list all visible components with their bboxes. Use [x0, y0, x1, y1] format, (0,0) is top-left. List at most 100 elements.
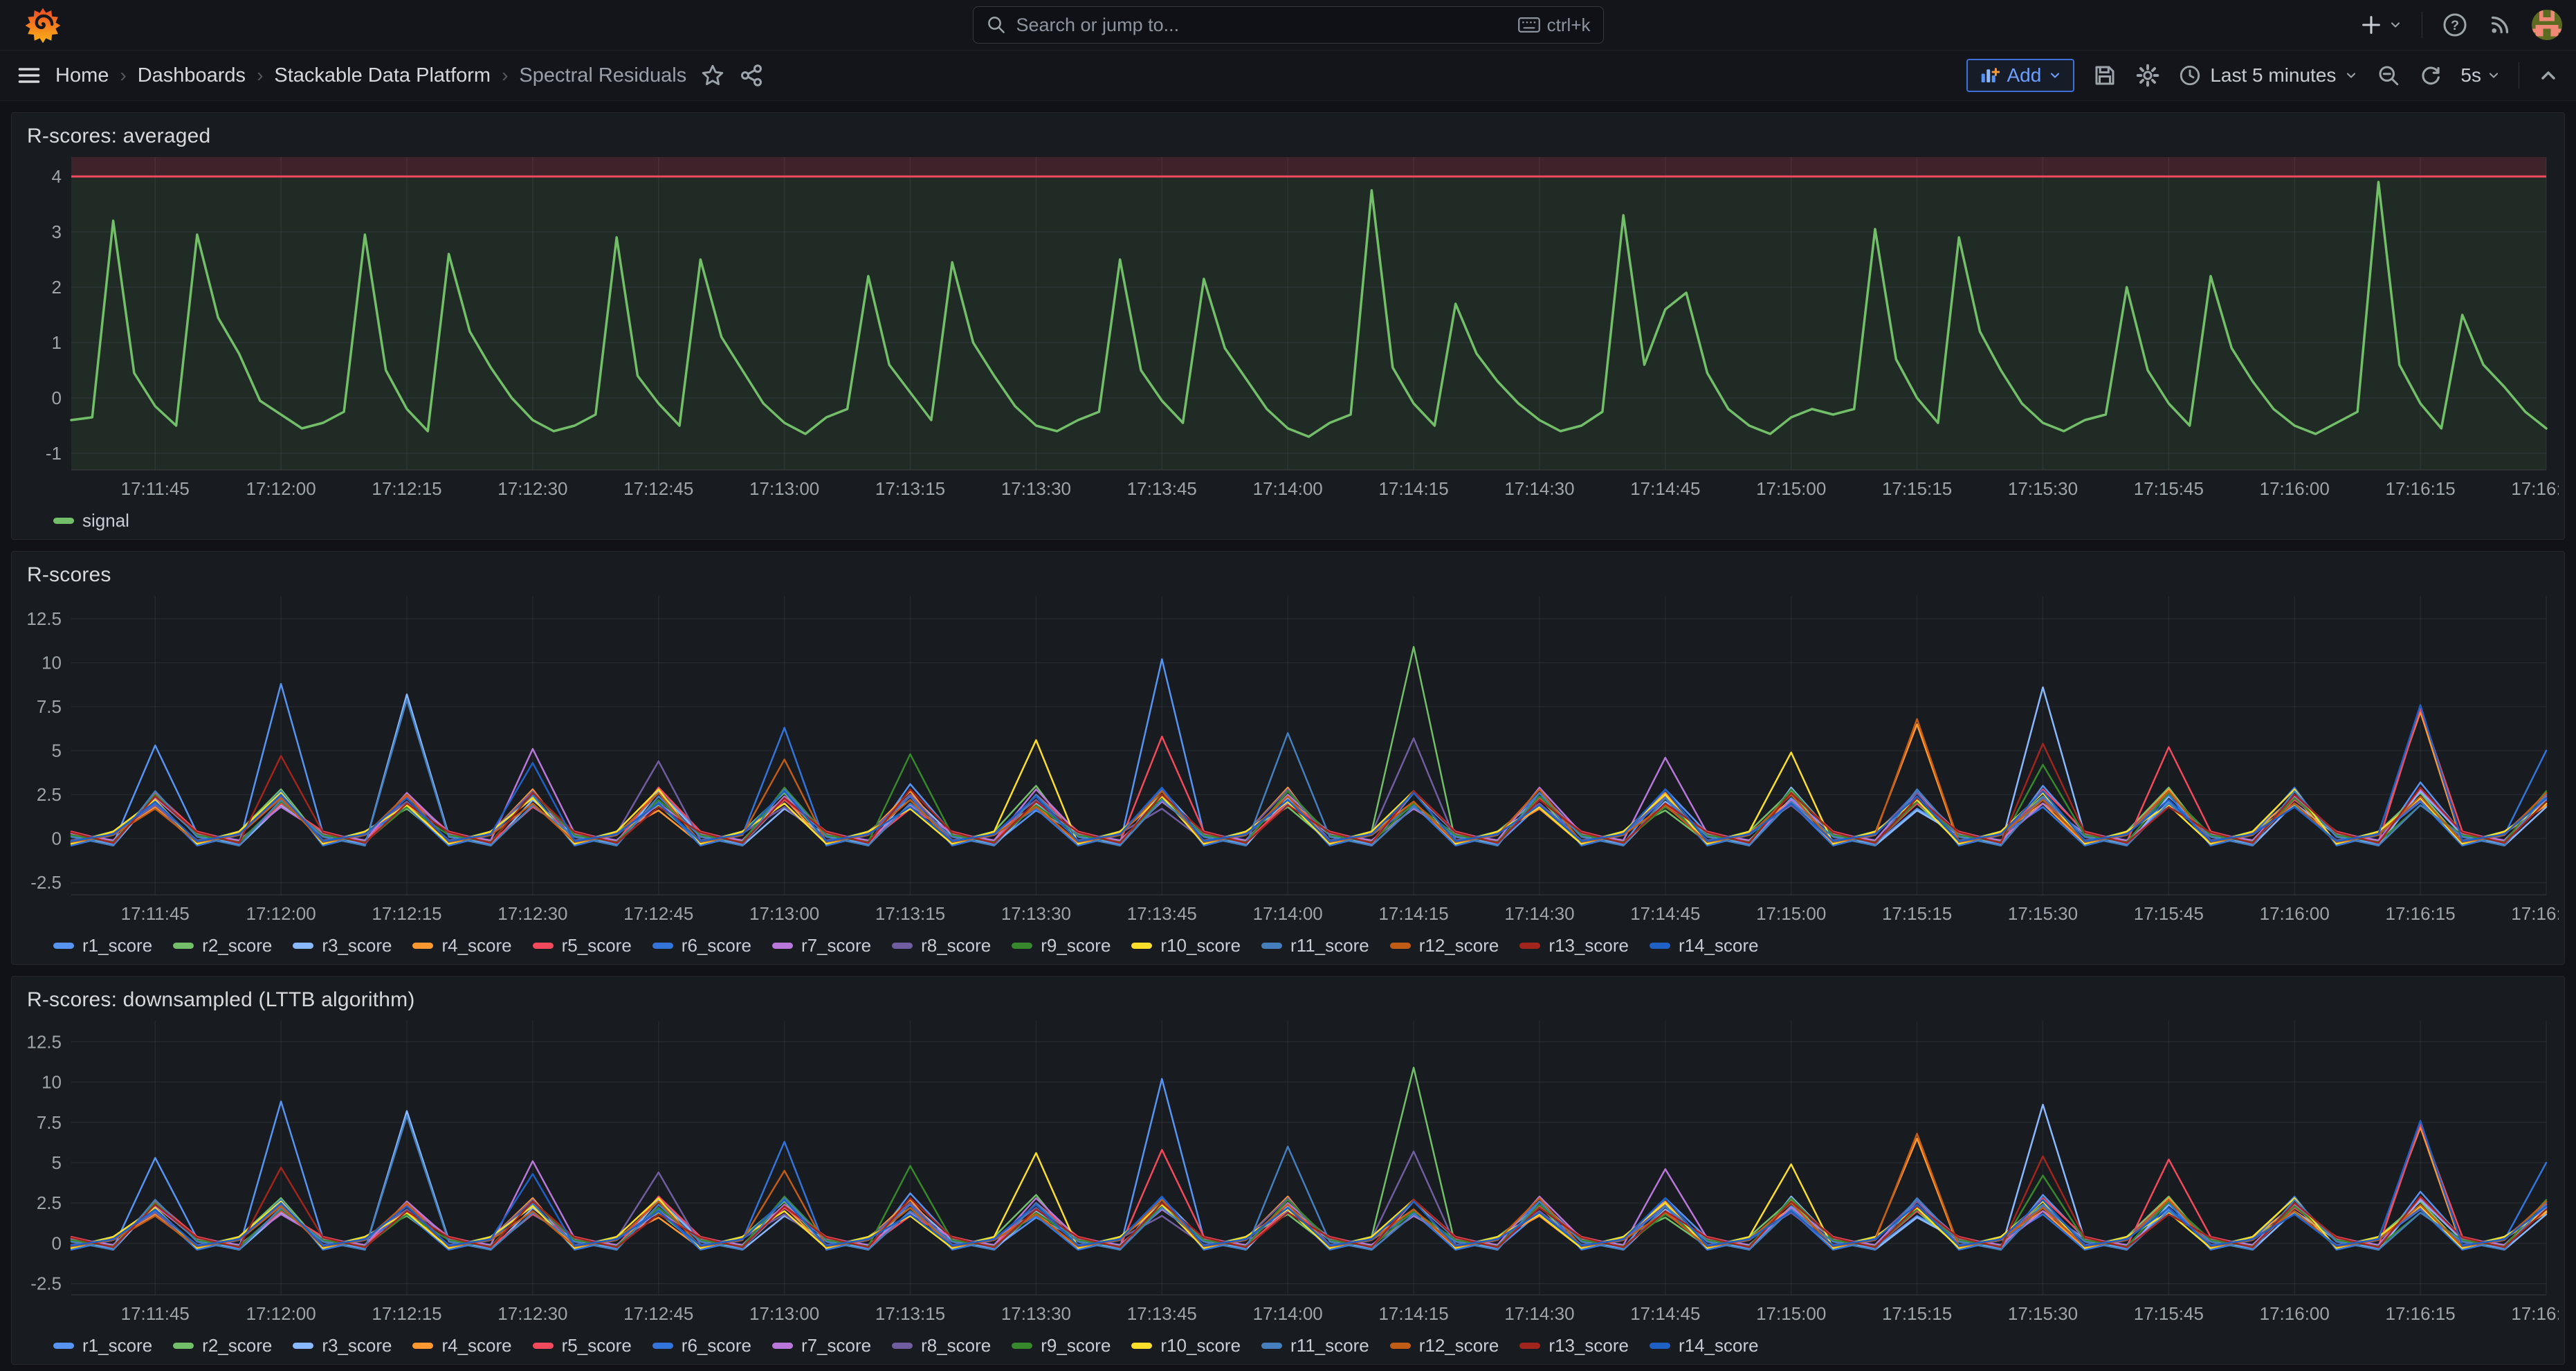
y-tick-label: 3	[52, 221, 62, 242]
timeseries-chart[interactable]: 17:11:4517:12:0017:12:1517:12:3017:12:45…	[17, 150, 2559, 505]
chevron-down-icon	[2388, 18, 2402, 32]
legend-item-r3_score[interactable]: r3_score	[293, 1335, 392, 1356]
x-tick-label: 17:16:30	[2511, 903, 2559, 924]
hamburger-icon	[17, 63, 42, 88]
legend-item-r12_score[interactable]: r12_score	[1390, 935, 1499, 956]
legend-item-r10_score[interactable]: r10_score	[1131, 935, 1241, 956]
help-button[interactable]: ?	[2442, 12, 2468, 38]
panel-header[interactable]: R-scores	[17, 557, 2559, 589]
x-tick-label: 17:14:00	[1253, 478, 1323, 499]
breadcrumb-folder[interactable]: Stackable Data Platform	[274, 64, 491, 87]
legend-item-r1_score[interactable]: r1_score	[53, 935, 152, 956]
legend-item-r7_score[interactable]: r7_score	[772, 1335, 871, 1356]
y-tick-label: 10	[42, 1072, 62, 1093]
chart-canvas[interactable]: 17:11:4517:12:0017:12:1517:12:3017:12:45…	[17, 1014, 2559, 1329]
news-button[interactable]	[2487, 12, 2512, 37]
legend-label: r10_score	[1160, 1335, 1241, 1356]
legend-marker	[772, 1343, 793, 1349]
legend-item-r5_score[interactable]: r5_score	[533, 1335, 632, 1356]
legend-item-r9_score[interactable]: r9_score	[1012, 935, 1111, 956]
legend-label: r12_score	[1419, 1335, 1499, 1356]
legend-label: r6_score	[682, 935, 751, 956]
x-tick-label: 17:14:45	[1630, 1303, 1700, 1324]
legend-item-r12_score[interactable]: r12_score	[1390, 1335, 1499, 1356]
breadcrumb-current: Spectral Residuals	[519, 64, 686, 87]
menu-button[interactable]	[17, 63, 42, 88]
search-input[interactable]	[1016, 15, 1508, 36]
gear-icon	[2135, 63, 2160, 88]
favorite-button[interactable]	[700, 63, 725, 88]
chart-canvas[interactable]: 17:11:4517:12:0017:12:1517:12:3017:12:45…	[17, 589, 2559, 929]
share-alt-icon	[739, 63, 764, 88]
legend-item-r3_score[interactable]: r3_score	[293, 935, 392, 956]
x-tick-label: 17:13:30	[1001, 903, 1071, 924]
y-tick-label: -2.5	[30, 872, 62, 893]
panel-title: R-scores: averaged	[27, 125, 210, 148]
legend-marker	[892, 943, 913, 949]
legend-label: r7_score	[801, 935, 871, 956]
y-tick-label: 0	[52, 828, 62, 849]
legend-item-r14_score[interactable]: r14_score	[1650, 935, 1759, 956]
legend-item-r8_score[interactable]: r8_score	[892, 935, 991, 956]
legend-item-r6_score[interactable]: r6_score	[652, 935, 751, 956]
refresh-button[interactable]	[2419, 64, 2442, 87]
dashboard-settings-button[interactable]	[2135, 63, 2160, 88]
legend-item-r4_score[interactable]: r4_score	[412, 1335, 511, 1356]
legend-item-r5_score[interactable]: r5_score	[533, 935, 632, 956]
legend-item-r4_score[interactable]: r4_score	[412, 935, 511, 956]
legend-item-r13_score[interactable]: r13_score	[1519, 935, 1629, 956]
x-tick-label: 17:14:45	[1630, 903, 1700, 924]
avatar[interactable]	[2532, 10, 2562, 40]
legend-label: r14_score	[1679, 935, 1759, 956]
chart-canvas[interactable]: 17:11:4517:12:0017:12:1517:12:3017:12:45…	[17, 150, 2559, 505]
x-tick-label: 17:16:30	[2511, 1303, 2559, 1324]
legend-item-r2_score[interactable]: r2_score	[173, 935, 272, 956]
legend-marker	[412, 943, 433, 949]
legend-marker	[173, 943, 194, 949]
legend-item-signal[interactable]: signal	[53, 510, 129, 532]
panel-header[interactable]: R-scores: averaged	[17, 118, 2559, 150]
legend-item-r2_score[interactable]: r2_score	[173, 1335, 272, 1356]
search-bar[interactable]: ctrl+k	[973, 6, 1604, 44]
zoom-out-icon	[2376, 63, 2401, 88]
panel-header[interactable]: R-scores: downsampled (LTTB algorithm)	[17, 982, 2559, 1014]
legend-item-r6_score[interactable]: r6_score	[652, 1335, 751, 1356]
legend-item-r14_score[interactable]: r14_score	[1650, 1335, 1759, 1356]
x-tick-label: 17:14:15	[1378, 1303, 1448, 1324]
timeseries-chart[interactable]: 17:11:4517:12:0017:12:1517:12:3017:12:45…	[17, 1014, 2559, 1329]
save-icon	[2092, 63, 2117, 88]
new-button[interactable]	[2359, 13, 2402, 37]
breadcrumb-home[interactable]: Home	[55, 64, 109, 87]
x-tick-label: 17:13:30	[1001, 478, 1071, 499]
zoom-out-button[interactable]	[2376, 63, 2401, 88]
legend-label: r2_score	[202, 935, 272, 956]
grafana-logo[interactable]	[24, 6, 62, 44]
x-tick-label: 17:13:30	[1001, 1303, 1071, 1324]
y-tick-label: 2.5	[37, 784, 62, 805]
save-dashboard-button[interactable]	[2092, 63, 2117, 88]
collapse-toolbar-button[interactable]	[2537, 64, 2559, 87]
x-tick-label: 17:15:45	[2134, 903, 2204, 924]
x-tick-label: 17:15:00	[1756, 1303, 1826, 1324]
panel-rscores-downsampled: R-scores: downsampled (LTTB algorithm) 1…	[11, 976, 2565, 1365]
legend-item-r9_score[interactable]: r9_score	[1012, 1335, 1111, 1356]
x-tick-label: 17:15:15	[1882, 903, 1952, 924]
legend-marker	[1390, 943, 1411, 949]
legend-label: r3_score	[322, 1335, 392, 1356]
legend-item-r7_score[interactable]: r7_score	[772, 935, 871, 956]
legend-item-r1_score[interactable]: r1_score	[53, 1335, 152, 1356]
legend-item-r13_score[interactable]: r13_score	[1519, 1335, 1629, 1356]
refresh-interval-picker[interactable]: 5s	[2460, 64, 2501, 87]
share-button[interactable]	[739, 63, 764, 88]
legend-item-r8_score[interactable]: r8_score	[892, 1335, 991, 1356]
add-button[interactable]: Add	[1966, 59, 2074, 92]
legend-item-r10_score[interactable]: r10_score	[1131, 1335, 1241, 1356]
breadcrumb-dashboards[interactable]: Dashboards	[138, 64, 246, 87]
time-range-picker[interactable]: Last 5 minutes	[2178, 64, 2358, 87]
timeseries-chart[interactable]: 17:11:4517:12:0017:12:1517:12:3017:12:45…	[17, 589, 2559, 929]
x-tick-label: 17:12:15	[372, 903, 441, 924]
legend-item-r11_score[interactable]: r11_score	[1261, 935, 1369, 956]
legend-item-r11_score[interactable]: r11_score	[1261, 1335, 1369, 1356]
legend-marker	[1650, 1343, 1670, 1349]
x-tick-label: 17:14:30	[1504, 903, 1574, 924]
